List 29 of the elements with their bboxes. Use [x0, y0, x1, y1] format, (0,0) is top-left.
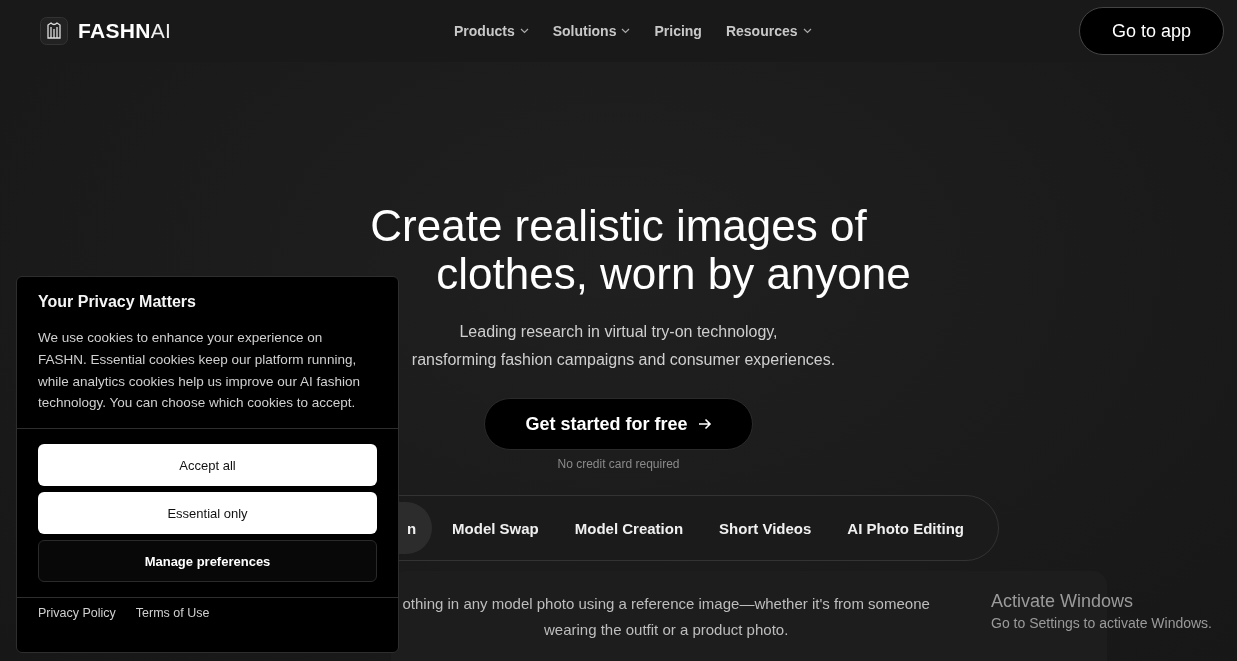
shirt-logo-icon [40, 17, 68, 45]
chevron-down-icon [802, 28, 812, 34]
dialog-text: We use cookies to enhance your experience on FASHN. Essential cookies keep our platform running, while analytics cookies help us improve our AI fashion technology. You can choose which cookies to accept. [38, 329, 361, 413]
nav-link[interactable]: Pricing [654, 23, 702, 39]
nav-link[interactable]: Resources [725, 23, 812, 39]
go-to-app-button[interactable]: Go to app [1078, 7, 1224, 55]
brand-name[interactable]: FASHNAI [78, 19, 172, 43]
nav-link[interactable]: Solutions [552, 23, 631, 39]
footer-link[interactable]: Privacy Policy [38, 606, 116, 621]
cookie-button[interactable]: Manage preferences [38, 540, 377, 583]
feature-tab[interactable]: Model Swap [436, 502, 555, 554]
hero-subtitle: Leading research in virtual try-on technology, ransforming fashion campaigns and consumer experiences. [410, 322, 836, 370]
nav-link[interactable]: Products [454, 23, 529, 39]
chevron-down-icon [621, 28, 631, 34]
arrow-right-icon [697, 418, 712, 430]
feature-tab[interactable]: Model Creation [558, 502, 700, 554]
credit-card-note: No credit card required [557, 457, 680, 471]
activation-text: Go to Settings to activate Windows. [991, 615, 1212, 631]
footer-link[interactable]: Terms of Use [135, 606, 210, 621]
hero-heading: Create realistic images of clothes, worn by anyone [369, 202, 911, 298]
feature-tab[interactable]: Short Videos [703, 502, 828, 554]
feature-tab[interactable]: AI Photo Editing [831, 502, 980, 554]
feature-description: othing in any model photo using a reference image—whether it's from someone wearing the outfit or a product photo. [402, 594, 930, 640]
cookie-button[interactable]: Essential only [38, 492, 377, 535]
chevron-down-icon [519, 28, 529, 34]
activation-title: Activate Windows [991, 591, 1135, 612]
cookie-button[interactable]: Accept all [38, 444, 377, 487]
get-started-button[interactable]: Get started for free [484, 398, 753, 450]
dialog-title: Your Privacy Matters [38, 293, 197, 311]
